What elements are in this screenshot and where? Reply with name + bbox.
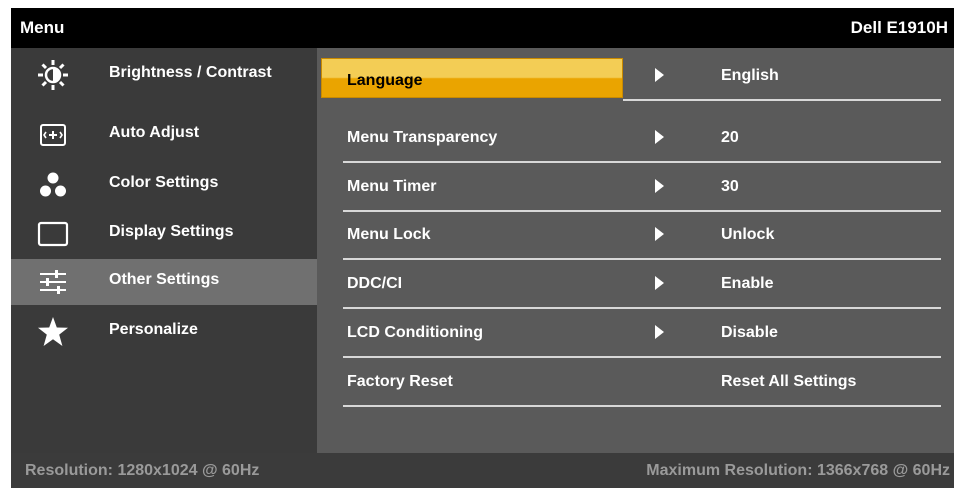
setting-value: 20 [721, 129, 739, 146]
setting-value: Disable [721, 324, 778, 341]
setting-value: Enable [721, 275, 774, 292]
sidebar-item-personalize[interactable]: Personalize [11, 309, 317, 355]
title-bar: Menu Dell E1910H [11, 8, 954, 48]
setting-name: Menu Timer [347, 178, 437, 195]
setting-value: Reset All Settings [721, 373, 857, 390]
setting-name: Factory Reset [347, 373, 453, 390]
sidebar-item-label: Brightness / Contrast [109, 64, 272, 81]
setting-name: Menu Lock [347, 226, 431, 243]
star-icon [37, 316, 69, 348]
setting-row-language[interactable]: Language English [317, 52, 954, 101]
sidebar-item-label: Other Settings [109, 271, 220, 288]
arrow-right-icon [655, 276, 664, 290]
maximum-resolution: Maximum Resolution: 1366x768 @ 60Hz [646, 462, 950, 479]
setting-name: LCD Conditioning [347, 324, 483, 341]
setting-name: DDC/CI [347, 275, 403, 292]
sidebar-item-auto-adjust[interactable]: Auto Adjust [11, 112, 317, 158]
sidebar-item-brightness-contrast[interactable]: Brightness / Contrast [11, 52, 317, 98]
sliders-icon [37, 266, 69, 298]
setting-row-ddc-ci[interactable]: DDC/CI Enable [317, 260, 954, 309]
status-bar: Resolution: 1280x1024 @ 60Hz Maximum Res… [11, 453, 954, 488]
arrow-right-icon [655, 325, 664, 339]
setting-row-factory-reset[interactable]: Factory Reset Reset All Settings [317, 358, 954, 407]
sidebar-item-label: Color Settings [109, 174, 219, 191]
setting-value: 30 [721, 178, 739, 195]
setting-name: Menu Transparency [347, 129, 498, 146]
monitor-osd-menu: Menu Dell E1910H Brightness / Contrast A… [11, 8, 954, 488]
settings-panel: Language English Menu Transparency 20 Me… [317, 48, 954, 453]
setting-value: English [721, 67, 779, 84]
setting-row-menu-lock[interactable]: Menu Lock Unlock [317, 211, 954, 260]
setting-value: Unlock [721, 226, 775, 243]
current-resolution: Resolution: 1280x1024 @ 60Hz [25, 462, 260, 479]
row-divider [623, 99, 941, 101]
sidebar-item-label: Auto Adjust [109, 124, 200, 141]
auto-adjust-icon [37, 119, 69, 151]
arrow-right-icon [655, 227, 664, 241]
sidebar-item-color-settings[interactable]: Color Settings [11, 162, 317, 208]
arrow-right-icon [655, 68, 664, 82]
setting-row-menu-transparency[interactable]: Menu Transparency 20 [317, 114, 954, 163]
sidebar: Brightness / Contrast Auto Adjust Color … [11, 48, 317, 453]
monitor-model: Dell E1910H [850, 18, 948, 37]
setting-name: Language [347, 72, 423, 89]
setting-row-menu-timer[interactable]: Menu Timer 30 [317, 163, 954, 212]
row-divider [343, 405, 941, 407]
brightness-icon [37, 59, 69, 91]
sidebar-item-label: Personalize [109, 321, 198, 338]
color-settings-icon [37, 169, 69, 201]
arrow-right-icon [655, 179, 664, 193]
sidebar-item-other-settings[interactable]: Other Settings [11, 259, 317, 305]
setting-row-lcd-conditioning[interactable]: LCD Conditioning Disable [317, 309, 954, 358]
menu-title: Menu [20, 18, 65, 37]
arrow-right-icon [655, 130, 664, 144]
sidebar-item-label: Display Settings [109, 223, 234, 240]
sidebar-item-display-settings[interactable]: Display Settings [11, 211, 317, 257]
display-settings-icon [37, 218, 69, 250]
